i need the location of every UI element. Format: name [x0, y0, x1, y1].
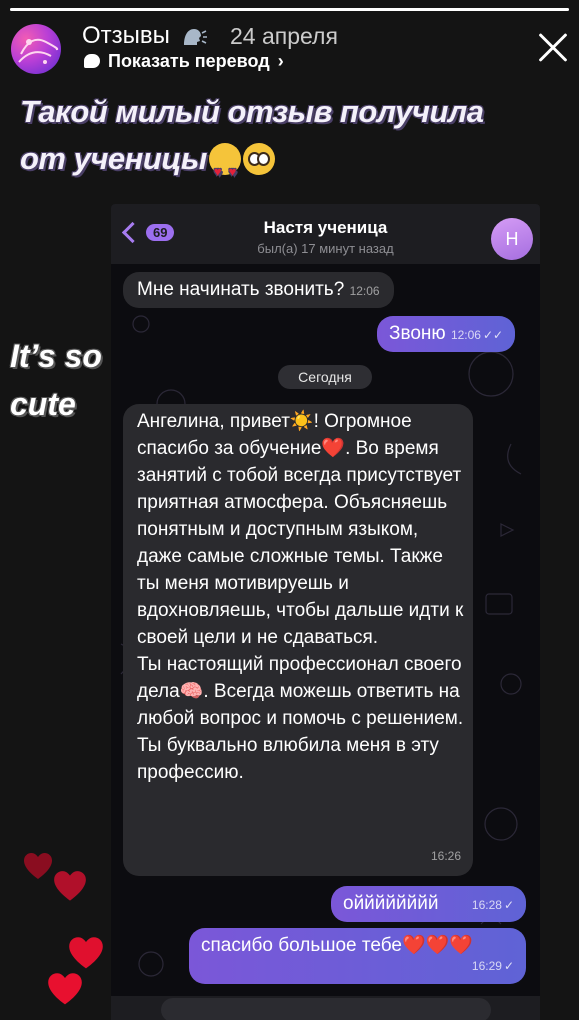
- message-outgoing[interactable]: Звоню 12:06 ✓✓: [377, 316, 516, 352]
- contact-name[interactable]: Настя ученица: [111, 218, 540, 238]
- message-text: ойййййййй: [343, 893, 439, 914]
- chat-bubble-icon: [84, 54, 100, 68]
- message-incoming[interactable]: Мне начинать звонить? 12:06: [123, 272, 394, 308]
- message-paragraph: Ангелина, привет☀️! Огромное спасибо за …: [137, 411, 464, 648]
- chevron-right-icon: ›: [277, 50, 284, 71]
- check-icon: ✓: [503, 898, 514, 912]
- avatar-art: [18, 38, 59, 64]
- message-time: 16:28: [471, 898, 502, 912]
- heart-sticker-icon: [69, 937, 103, 969]
- chat-header: 69 Настя ученица был(а) 17 минут назад Н: [111, 204, 540, 264]
- story-caption: Такой милый отзыв получила от ученицы: [20, 88, 484, 195]
- heart-sticker-icon: [54, 871, 86, 901]
- contact-status: был(а) 17 минут назад: [257, 241, 394, 256]
- message-time: 16:26: [430, 849, 461, 863]
- message-time: 16:29: [471, 959, 502, 973]
- close-icon[interactable]: [532, 28, 572, 68]
- message-time: 12:06: [450, 328, 481, 342]
- sticker-line-2: cute: [10, 386, 76, 422]
- message-text: Звоню: [389, 323, 446, 344]
- message-text: спасибо большое тебе❤️❤️❤️: [201, 935, 473, 956]
- caption-line-2: от ученицы: [20, 141, 207, 176]
- heart-sticker-icon: [24, 853, 52, 879]
- check-icon: ✓: [503, 959, 514, 973]
- message-paragraph: Ты настоящий профессионал своего дела🧠. …: [137, 654, 464, 783]
- caption-line-1: Такой милый отзыв получила: [20, 94, 484, 129]
- sticker-line-1: It’s so: [10, 338, 102, 374]
- message-meta: 16:29 ✓: [472, 951, 514, 980]
- message-outgoing[interactable]: спасибо большое тебе❤️❤️❤️ 16:29 ✓: [189, 928, 526, 984]
- contact-avatar[interactable]: Н: [491, 218, 533, 260]
- speaking-head-icon: [184, 29, 207, 45]
- caption-line-2-row: от ученицы: [20, 135, 483, 195]
- message-input[interactable]: [161, 998, 491, 1020]
- translate-button[interactable]: Показать перевод ›: [84, 51, 284, 71]
- message-time: 12:06: [349, 284, 380, 298]
- heart-sticker-icon: [48, 973, 82, 1005]
- double-check-icon: ✓✓: [482, 328, 504, 342]
- chat-screenshot: 69 Настя ученица был(а) 17 минут назад Н…: [111, 204, 540, 1020]
- story-date: 24 апреля: [230, 23, 338, 49]
- pleading-face-emoji-icon: [242, 142, 275, 175]
- story-header: Отзывы 24 апреля Показать перевод ›: [0, 0, 579, 80]
- cute-sticker: It’s so cute: [10, 332, 102, 428]
- message-input-bar: [111, 996, 540, 1020]
- message-body: Ангелина, привет☀️! Огромное спасибо за …: [137, 408, 467, 786]
- account-name[interactable]: Отзывы: [82, 22, 170, 50]
- heart-eyes-emoji-icon: [208, 142, 241, 195]
- message-incoming[interactable]: Ангелина, привет☀️! Огромное спасибо за …: [123, 404, 473, 876]
- message-text: Мне начинать звонить?: [137, 279, 345, 300]
- message-outgoing[interactable]: ойййййййй 16:28 ✓: [331, 886, 526, 922]
- date-divider: Сегодня: [278, 365, 372, 389]
- account-avatar[interactable]: [11, 24, 61, 74]
- message-meta: 16:28 ✓: [472, 886, 514, 923]
- translate-label: Показать перевод: [108, 50, 270, 71]
